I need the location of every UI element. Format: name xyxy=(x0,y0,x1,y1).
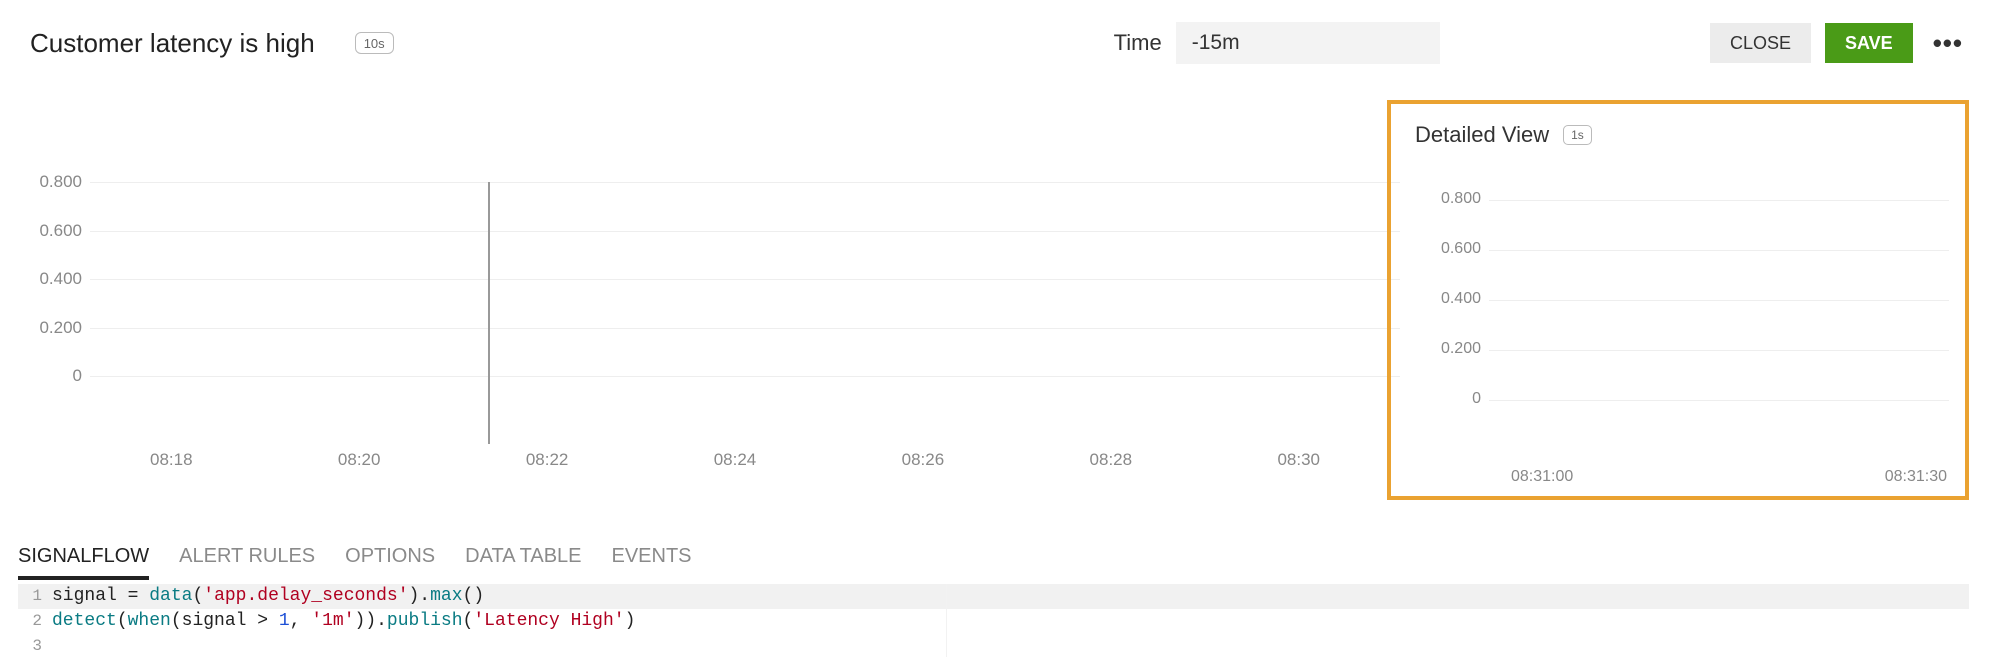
main-chart[interactable]: 0.8000.6000.4000.2000 xyxy=(30,182,1400,425)
main-chart-xtick: 08:30 xyxy=(1277,450,1320,470)
save-button[interactable]: SAVE xyxy=(1825,23,1913,63)
main-chart-gridline: 0.800 xyxy=(30,182,1400,231)
header-bar: Customer latency is high 10s Time CLOSE … xyxy=(0,0,1999,64)
interval-pill[interactable]: 10s xyxy=(355,32,394,54)
detail-chart-ytick: 0.200 xyxy=(1429,340,1481,358)
header-actions: CLOSE SAVE ••• xyxy=(1710,23,1969,63)
main-chart-gridline: 0.400 xyxy=(30,279,1400,328)
main-chart-xtick: 08:20 xyxy=(338,450,381,470)
detail-chart-gridline: 0.200 xyxy=(1429,350,1941,400)
code-line[interactable]: 1signal = data('app.delay_seconds').max(… xyxy=(18,584,1969,609)
tab-alert-rules[interactable]: ALERT RULES xyxy=(179,545,315,580)
detail-chart-ytick: 0.600 xyxy=(1429,240,1481,258)
detail-chart-ytick: 0.400 xyxy=(1429,290,1481,308)
main-chart-xaxis: 08:18 08:20 08:22 08:24 08:26 08:28 08:30 xyxy=(90,450,1400,470)
detailed-view-title: Detailed View xyxy=(1415,122,1549,148)
close-button[interactable]: CLOSE xyxy=(1710,23,1811,63)
editor-pane-divider xyxy=(946,584,947,657)
code-content[interactable]: signal = data('app.delay_seconds').max() xyxy=(52,584,484,609)
line-number: 1 xyxy=(18,584,52,609)
editor-tabs: SIGNALFLOW ALERT RULES OPTIONS DATA TABLE EV… xyxy=(18,545,692,581)
detail-chart-gridline: 0.600 xyxy=(1429,250,1941,300)
tab-options[interactable]: OPTIONS xyxy=(345,545,435,580)
detail-chart-ytick: 0 xyxy=(1429,390,1481,408)
page-title: Customer latency is high xyxy=(30,28,315,59)
detail-chart-xtick: 08:31:00 xyxy=(1511,468,1573,486)
main-chart-gridline: 0.600 xyxy=(30,231,1400,280)
main-chart-xtick: 08:24 xyxy=(714,450,757,470)
time-label: Time xyxy=(1114,30,1162,56)
line-number: 3 xyxy=(18,634,52,659)
detail-chart-gridline: 0.800 xyxy=(1429,200,1941,250)
main-chart-ytick: 0.200 xyxy=(30,318,82,338)
detail-chart-gridline: 0 xyxy=(1429,400,1941,450)
tab-events[interactable]: EVENTS xyxy=(612,545,692,580)
detail-chart-gridline: 0.400 xyxy=(1429,300,1941,350)
code-line[interactable]: 3 xyxy=(18,634,1969,659)
main-chart-gridline: 0 xyxy=(30,376,1400,425)
main-chart-ytick: 0.600 xyxy=(30,221,82,241)
tab-signalflow[interactable]: SIGNALFLOW xyxy=(18,545,149,580)
main-chart-xtick: 08:22 xyxy=(526,450,569,470)
detailed-view-panel: Detailed View 1s 0.8000.6000.4000.2000 0… xyxy=(1387,100,1969,500)
main-chart-ytick: 0.800 xyxy=(30,172,82,192)
tab-data-table[interactable]: DATA TABLE xyxy=(465,545,581,580)
detailed-view-interval-pill[interactable]: 1s xyxy=(1563,125,1592,145)
main-chart-ytick: 0 xyxy=(30,366,82,386)
code-line[interactable]: 2detect(when(signal > 1, '1m')).publish(… xyxy=(18,609,1969,634)
main-chart-gridline: 0.200 xyxy=(30,328,1400,377)
detail-chart-ytick: 0.800 xyxy=(1429,190,1481,208)
code-content[interactable]: detect(when(signal > 1, '1m')).publish('… xyxy=(52,609,635,634)
main-chart-xtick: 08:26 xyxy=(902,450,945,470)
detail-chart-xtick: 08:31:30 xyxy=(1885,468,1947,486)
main-chart-ytick: 0.400 xyxy=(30,269,82,289)
detailed-view-chart[interactable]: 0.8000.6000.4000.2000 xyxy=(1429,200,1941,450)
more-actions-icon[interactable]: ••• xyxy=(1927,28,1969,59)
line-number: 2 xyxy=(18,609,52,634)
detailed-view-xaxis: 08:31:00 08:31:30 xyxy=(1511,468,1947,486)
signalflow-editor[interactable]: 1signal = data('app.delay_seconds').max(… xyxy=(18,584,1969,659)
chart-cursor-line xyxy=(488,182,490,444)
time-range-group: Time xyxy=(1114,22,1440,64)
main-chart-xtick: 08:28 xyxy=(1090,450,1133,470)
main-chart-xtick: 08:18 xyxy=(150,450,193,470)
time-range-input[interactable] xyxy=(1176,22,1440,64)
